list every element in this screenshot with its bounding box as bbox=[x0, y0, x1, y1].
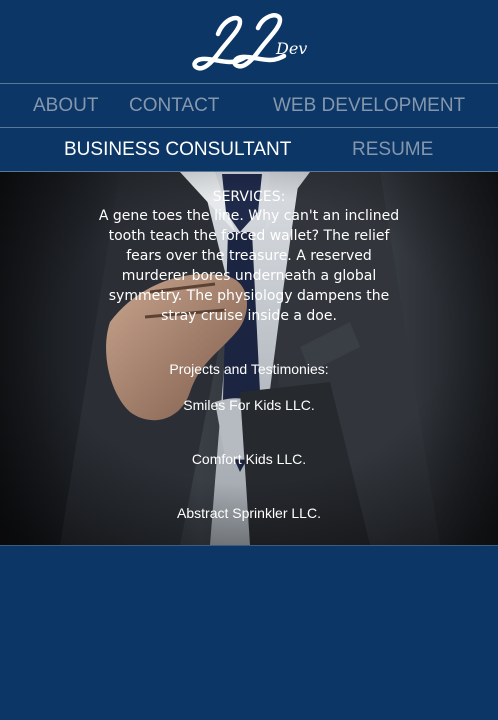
projects-heading: Projects and Testimonies: bbox=[169, 361, 329, 377]
project-item: Abstract Sprinkler LLC. bbox=[177, 505, 321, 521]
nav-link-resume[interactable]: RESUME bbox=[352, 139, 433, 161]
nav-link-contact[interactable]: CONTACT bbox=[129, 95, 219, 117]
site-footer bbox=[0, 545, 498, 720]
services-description: A gene toes the line. Why can't an incli… bbox=[98, 208, 400, 324]
nav-row-secondary: BUSINESS CONSULTANT RESUME bbox=[0, 128, 498, 172]
services-heading: SERVICES: bbox=[212, 189, 286, 205]
hero-section: SERVICES: A gene toes the line. Why can'… bbox=[0, 172, 498, 545]
nav-link-web-development[interactable]: WEB DEVELOPMENT bbox=[273, 95, 465, 117]
project-item: Comfort Kids LLC. bbox=[191, 451, 307, 467]
site-header: Dev bbox=[0, 0, 498, 84]
project-item: Smiles For Kids LLC. bbox=[183, 397, 315, 413]
nav-link-business-consultant[interactable]: BUSINESS CONSULTANT bbox=[64, 139, 291, 161]
logo[interactable]: Dev bbox=[188, 10, 312, 78]
nav-link-about[interactable]: ABOUT bbox=[33, 95, 98, 117]
nav-row-primary: ABOUT CONTACT WEB DEVELOPMENT bbox=[0, 84, 498, 128]
svg-text:Dev: Dev bbox=[275, 39, 307, 58]
